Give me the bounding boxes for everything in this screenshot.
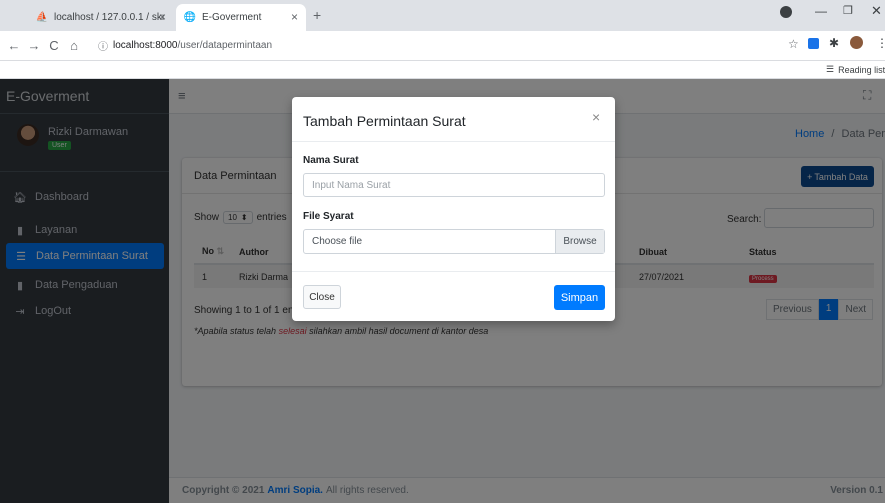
forward-icon[interactable]: → [24, 38, 44, 53]
reading-list-icon: ☰ [826, 64, 835, 74]
nama-surat-input[interactable]: Input Nama Surat [303, 173, 605, 197]
maximize-icon[interactable]: ❐ [843, 4, 853, 17]
close-button[interactable]: Close [303, 285, 341, 309]
close-tab-icon[interactable]: × [291, 10, 298, 24]
file-syarat-label: File Syarat [303, 211, 354, 222]
globe-icon: 🌐 [183, 12, 197, 23]
phpmyadmin-icon: ⛵ [35, 12, 49, 23]
modal-close-icon[interactable]: × [592, 109, 600, 125]
browser-tab-egoverment[interactable]: 🌐 E-Goverment × [176, 4, 306, 31]
simpan-button[interactable]: Simpan [554, 285, 605, 310]
tambah-permintaan-modal: Tambah Permintaan Surat × Nama Surat Inp… [292, 97, 615, 321]
close-tab-icon[interactable]: × [159, 10, 166, 24]
back-icon[interactable]: ← [4, 38, 24, 53]
reading-list-button[interactable]: ☰ Reading list [826, 64, 885, 75]
profile-icon[interactable] [780, 6, 792, 18]
nama-surat-label: Nama Surat [303, 155, 359, 166]
bookmarks-bar: ☰ Reading list [0, 61, 885, 79]
menu-icon[interactable]: ⋮ [876, 36, 885, 50]
extension-icon[interactable] [808, 38, 819, 49]
home-icon[interactable]: ⌂ [64, 38, 84, 53]
bookmark-star-icon[interactable]: ☆ [788, 37, 799, 51]
info-icon: ⓘ [98, 41, 108, 53]
modal-title: Tambah Permintaan Surat [303, 113, 466, 129]
account-avatar-icon[interactable] [850, 36, 863, 49]
new-tab-button[interactable]: + [313, 7, 321, 23]
modal-footer-divider [292, 271, 615, 272]
extensions-puzzle-icon[interactable]: ✱ [829, 36, 839, 50]
browse-button[interactable]: Browse [555, 230, 604, 253]
reload-icon[interactable]: C [44, 38, 64, 53]
browser-tab-bar: ⛵ localhost / 127.0.0.1 / skripsi_am × 🌐… [0, 0, 885, 31]
minimize-icon[interactable]: — [815, 4, 827, 18]
address-bar[interactable]: ⓘ localhost:8000/user/datapermintaan [98, 34, 768, 56]
file-syarat-input[interactable]: Choose file Browse [303, 229, 605, 254]
window-close-icon[interactable]: ✕ [871, 3, 882, 19]
browser-tab-phpmyadmin[interactable]: ⛵ localhost / 127.0.0.1 / skripsi_am × [28, 4, 174, 31]
